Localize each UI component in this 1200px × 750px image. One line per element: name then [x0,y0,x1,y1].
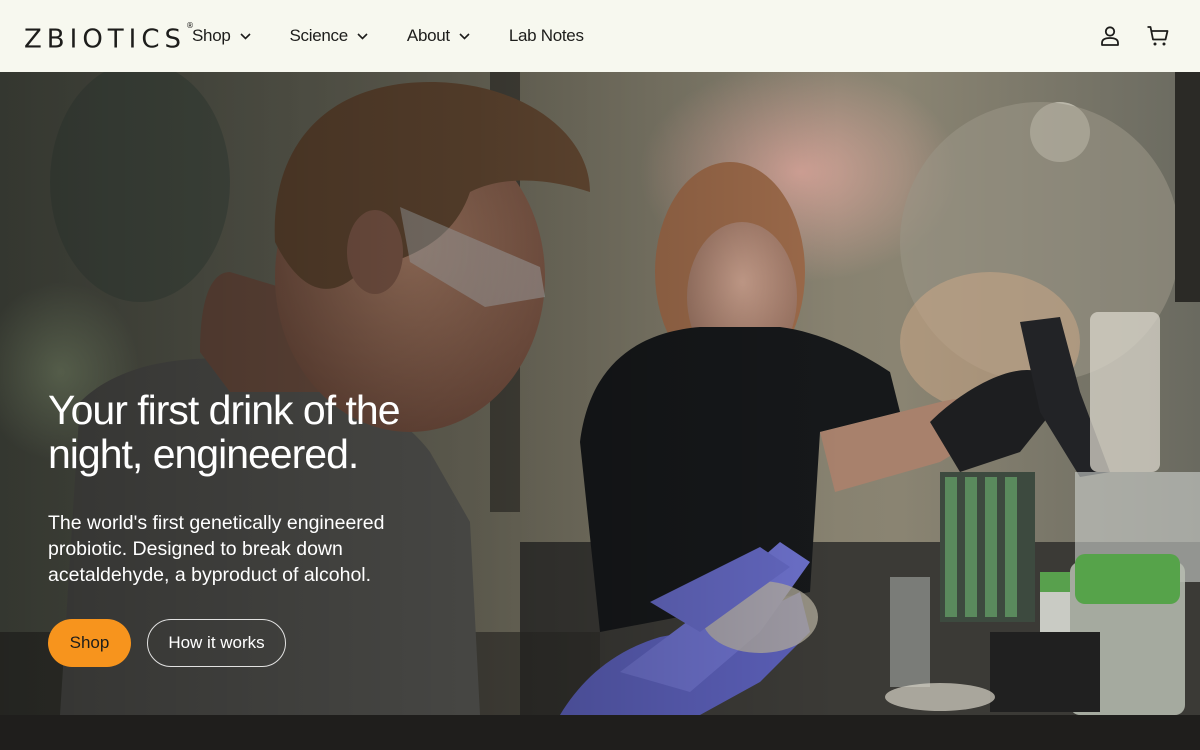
hero-section: Your first drink of the night, engineere… [0,72,1200,715]
account-icon[interactable] [1098,24,1122,48]
zbiotics-logo[interactable]: ZBIOTICS® [24,21,194,54]
nav-shop[interactable]: Shop [192,0,251,72]
nav-lab-notes-label: Lab Notes [508,26,584,45]
chevron-down-icon [459,32,470,40]
shop-button[interactable]: Shop [48,619,131,667]
hero-title: Your first drink of the night, engineere… [48,387,401,477]
hero-subtitle: The world's first genetically engineered… [48,512,385,586]
nav-science-label: Science [289,26,349,45]
how-it-works-button[interactable]: How it works [147,619,286,667]
main-nav: Shop Science About Lab Notes [192,0,623,72]
nav-shop-label: Shop [192,26,231,45]
chevron-down-icon [239,32,251,40]
header-actions [1098,24,1170,48]
chevron-down-icon [357,32,368,40]
nav-about[interactable]: About [407,0,470,72]
nav-about-label: About [406,26,450,45]
next-section-band [0,715,1200,750]
cart-icon[interactable] [1146,24,1170,48]
nav-science[interactable]: Science [290,0,368,72]
logo-text: ZBIOTICS [24,24,186,55]
nav-lab-notes[interactable]: Lab Notes [509,0,584,72]
site-header: ZBIOTICS® Shop Science About Lab Notes [0,0,1200,72]
